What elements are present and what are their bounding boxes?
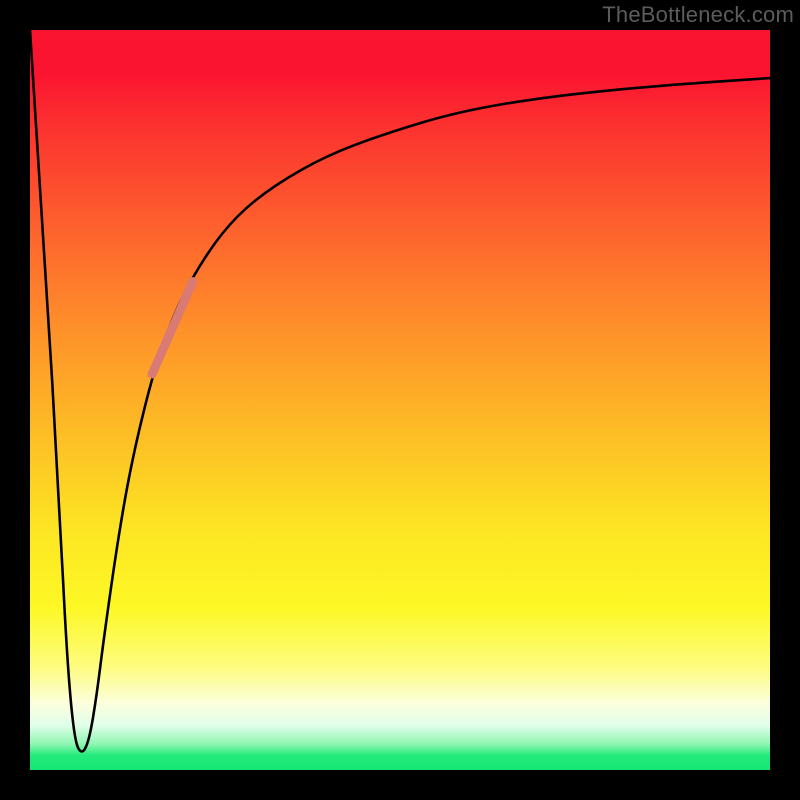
plot-area <box>30 30 770 770</box>
watermark-text: TheBottleneck.com <box>602 2 794 28</box>
chart-frame: TheBottleneck.com <box>0 0 800 800</box>
curve-layer <box>30 30 770 770</box>
main-curve-path <box>30 30 770 752</box>
highlight-segment-path <box>152 282 193 375</box>
